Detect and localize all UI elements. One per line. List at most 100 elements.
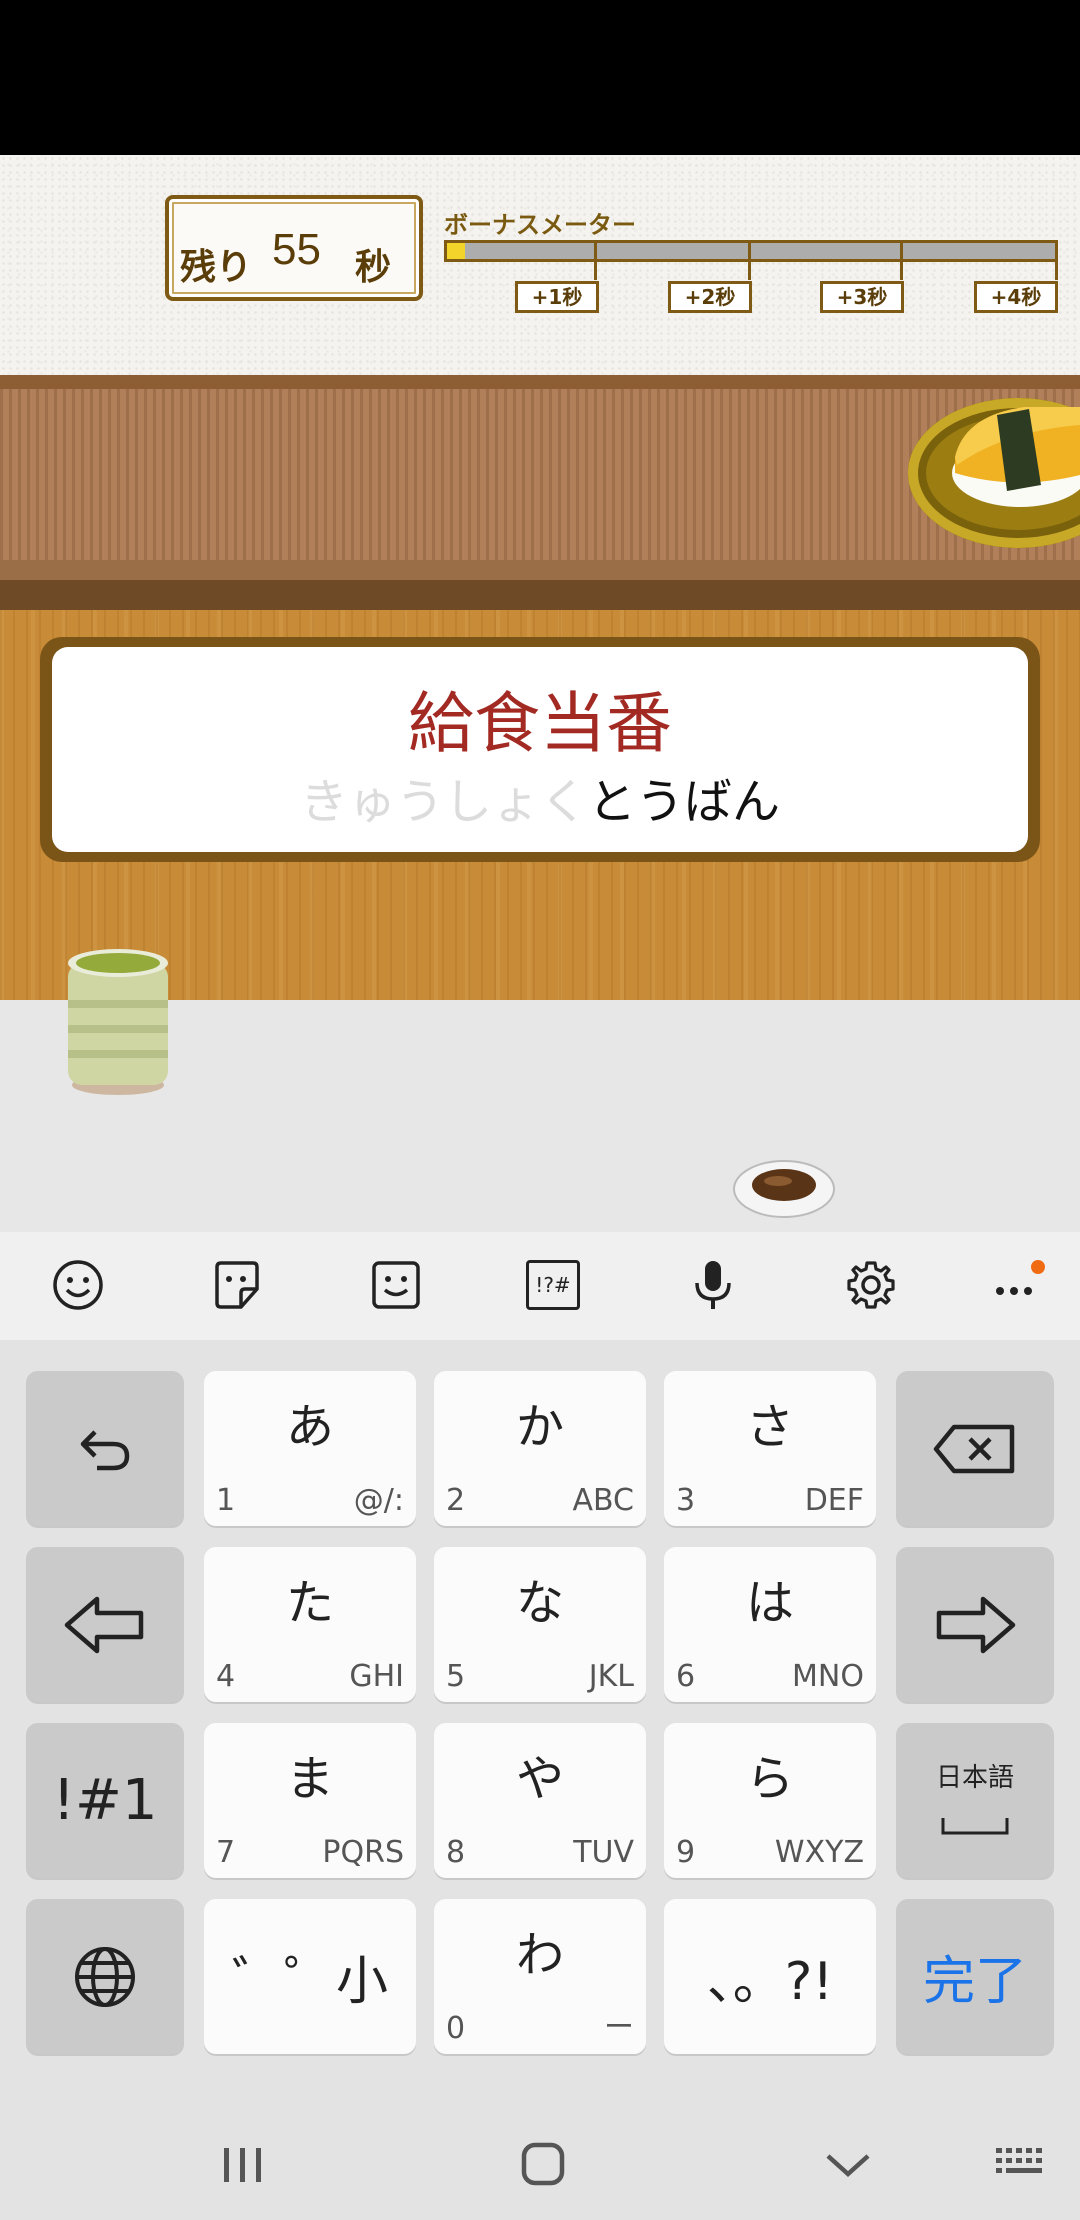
target-word: 給食当番 (408, 685, 672, 762)
key-sub-label: @/: (353, 1483, 404, 1518)
key-ta[interactable]: た 4 GHI (204, 1547, 416, 1702)
key-sub-label: JKL (588, 1659, 634, 1694)
key-main-label: さ (745, 1399, 794, 1455)
meter-divider (594, 240, 597, 280)
bonus-meter-title: ボーナスメーター (444, 210, 636, 239)
key-num-label: 6 (676, 1659, 696, 1694)
keyboard-switch-icon[interactable] (990, 2140, 1050, 2190)
key-label: ゛゜小 (231, 1952, 388, 2012)
key-sa[interactable]: さ 3 DEF (664, 1371, 876, 1526)
backspace-icon (896, 1371, 1054, 1526)
key-main-label: わ (515, 1927, 564, 1983)
sticker-icon[interactable] (202, 1250, 272, 1320)
symbols-icon[interactable]: !?# (518, 1250, 588, 1320)
word-reading: きゅうしょくとうばん (52, 762, 1028, 832)
bonus-meter-bar (444, 240, 1058, 262)
notification-dot (1031, 1260, 1045, 1274)
remaining-reading: とうばん (588, 774, 781, 830)
bonus-tag-4: +4秒 (974, 281, 1058, 313)
key-label: 、。?! (706, 1952, 834, 2012)
status-bar (0, 0, 1080, 155)
bonus-tag-1: +1秒 (515, 281, 599, 313)
home-icon[interactable] (518, 2137, 568, 2193)
key-label: 日本語 (935, 1763, 1014, 1793)
key-num-label: 0 (446, 2011, 466, 2046)
key-sub-label: DEF (804, 1483, 864, 1518)
space-key[interactable]: 日本語 (896, 1723, 1054, 1878)
more-icon[interactable] (980, 1250, 1050, 1320)
typed-reading: きゅうしょく (299, 774, 588, 830)
meter-divider (1055, 240, 1058, 280)
key-num-label: 5 (446, 1659, 466, 1694)
undo-icon (26, 1371, 184, 1526)
timer-suffix: 秒 (355, 246, 392, 288)
bonus-tag-3: +3秒 (820, 281, 904, 313)
belt-edge (0, 580, 1080, 610)
space-bar-icon (896, 1815, 1054, 1841)
punctuation-key[interactable]: 、。?! (664, 1899, 876, 2054)
belt-lip (0, 560, 1080, 580)
key-sub-label: ABC (572, 1483, 634, 1518)
settings-icon[interactable] (836, 1250, 906, 1320)
key-ya[interactable]: や 8 TUV (434, 1723, 646, 1878)
key-num-label: 7 (216, 1835, 236, 1870)
key-sub-label: WXYZ (774, 1835, 864, 1870)
key-wa[interactable]: わ 0 ー (434, 1899, 646, 2054)
key-sub-label: ー (604, 2010, 634, 2045)
key-a[interactable]: あ 1 @/: (204, 1371, 416, 1526)
hide-keyboard-icon[interactable] (820, 2140, 876, 2190)
key-ka[interactable]: か 2 ABC (434, 1371, 646, 1526)
key-ra[interactable]: ら 9 WXYZ (664, 1723, 876, 1878)
key-num-label: 1 (216, 1483, 236, 1518)
key-num-label: 8 (446, 1835, 466, 1870)
game-header (0, 155, 1080, 375)
undo-key[interactable] (26, 1371, 184, 1526)
dakuten-key[interactable]: ゛゜小 (204, 1899, 416, 2054)
emoji-icon[interactable] (43, 1250, 113, 1320)
symbols-label: !?# (526, 1260, 580, 1310)
key-main-label: ま (285, 1751, 334, 1807)
recent-apps-icon[interactable] (218, 2140, 268, 2190)
bonus-meter-fill (447, 243, 465, 259)
cursor-left-key[interactable] (26, 1547, 184, 1702)
meter-divider (900, 240, 903, 280)
done-key[interactable]: 完了 (896, 1899, 1054, 2054)
backspace-key[interactable] (896, 1371, 1054, 1526)
key-na[interactable]: な 5 JKL (434, 1547, 646, 1702)
timer-value: 55 (272, 225, 321, 274)
key-sub-label: GHI (349, 1659, 404, 1694)
timer-prefix: 残り (180, 246, 253, 288)
bonus-tag-2: +2秒 (668, 281, 752, 313)
key-main-label: か (515, 1399, 564, 1455)
key-num-label: 4 (216, 1659, 236, 1694)
key-sub-label: PQRS (322, 1835, 404, 1870)
key-num-label: 3 (676, 1483, 696, 1518)
key-ma[interactable]: ま 7 PQRS (204, 1723, 416, 1878)
cursor-right-key[interactable] (896, 1547, 1054, 1702)
belt-top-edge (0, 375, 1080, 389)
meter-divider (748, 240, 751, 280)
arrow-right-icon (896, 1547, 1054, 1702)
tea-cup-icon (68, 949, 168, 1095)
key-main-label: あ (285, 1399, 334, 1455)
key-num-label: 2 (446, 1483, 466, 1518)
language-key[interactable] (26, 1899, 184, 2054)
key-label: 完了 (922, 1952, 1027, 2012)
tamago-sushi-icon (952, 407, 1080, 507)
key-label: !#1 (52, 1768, 158, 1833)
globe-icon (26, 1899, 184, 2054)
key-main-label: た (285, 1575, 334, 1631)
key-ha[interactable]: は 6 MNO (664, 1547, 876, 1702)
kaomoji-icon[interactable] (361, 1250, 431, 1320)
key-main-label: な (515, 1575, 564, 1631)
key-sub-label: TUV (573, 1835, 634, 1870)
soy-sauce-dish-icon (733, 1160, 835, 1218)
key-main-label: は (745, 1575, 794, 1631)
arrow-left-icon (26, 1547, 184, 1702)
key-main-label: や (515, 1751, 564, 1807)
key-main-label: ら (745, 1751, 794, 1807)
symbol-mode-key[interactable]: !#1 (26, 1723, 184, 1878)
mic-icon[interactable] (678, 1250, 748, 1320)
key-sub-label: MNO (792, 1659, 864, 1694)
key-num-label: 9 (676, 1835, 696, 1870)
